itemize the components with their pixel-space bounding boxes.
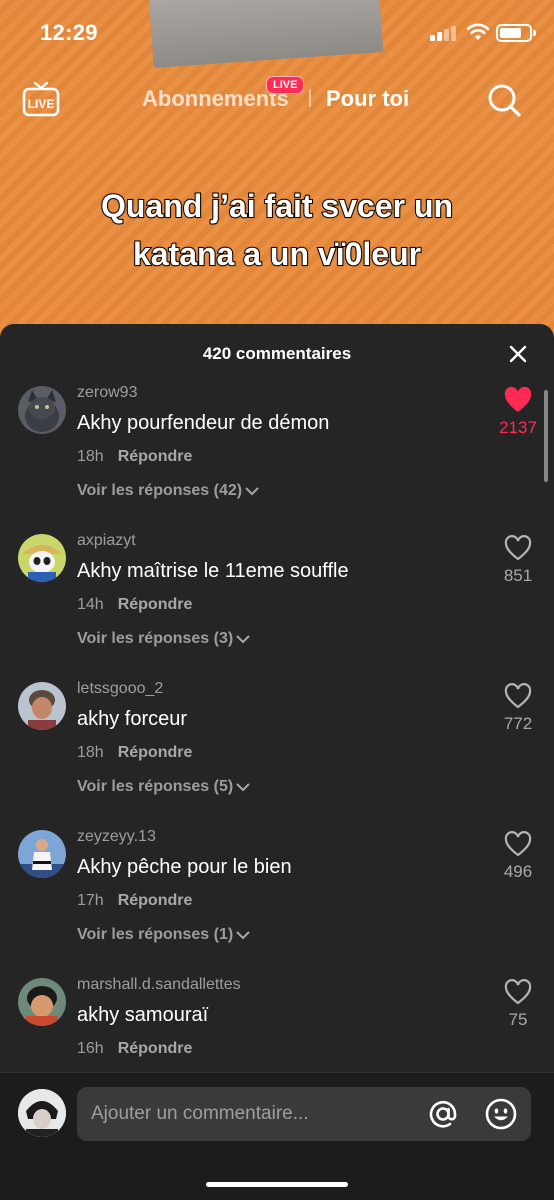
comment-item: letssgooo_2 akhy forceur 18h Répondre Voi… xyxy=(0,678,554,818)
like-count: 851 xyxy=(503,566,533,585)
like-count: 75 xyxy=(508,1010,528,1029)
view-replies-button[interactable]: Voir les réponses (5) xyxy=(77,778,251,796)
comment-text: akhy forceur xyxy=(77,708,188,730)
view-replies-label: Voir les réponses (5) xyxy=(77,778,234,795)
comment-meta: 18h Répondre xyxy=(77,448,192,466)
reply-button[interactable]: Répondre xyxy=(118,744,193,761)
view-replies-label: Voir les réponses (42) xyxy=(77,482,243,499)
comment-item: zerow93 Akhy pourfendeur de démon 18h Rép… xyxy=(0,382,554,522)
comment-item: zeyzeyy.13 Akhy pêche pour le bien 17h Ré… xyxy=(0,826,554,966)
tab-for-you[interactable]: Pour toi xyxy=(326,86,409,112)
top-navigation: LIVE Abonnements LIVE Pour toi xyxy=(0,72,554,128)
comment-meta: 17h Répondre xyxy=(77,892,192,910)
comment-username[interactable]: letssgooo_2 xyxy=(77,680,163,698)
comment-time: 16h xyxy=(77,1040,104,1057)
wifi-icon xyxy=(466,23,490,40)
tab-divider xyxy=(309,89,311,107)
home-indicator[interactable] xyxy=(206,1182,348,1187)
close-icon[interactable] xyxy=(506,342,530,366)
view-replies-button[interactable]: Voir les réponses (1) xyxy=(77,926,251,944)
live-icon-label: LIVE xyxy=(28,97,55,111)
comment-username[interactable]: axpiazyt xyxy=(77,532,136,550)
comment-text: Akhy pêche pour le bien xyxy=(77,856,292,878)
my-avatar[interactable] xyxy=(18,1089,66,1137)
status-bar: 12:29 xyxy=(0,0,554,66)
comment-meta: 18h Répondre xyxy=(77,744,192,762)
comments-header: 420 commentaires xyxy=(0,324,554,382)
heart-outline-icon xyxy=(504,683,532,709)
comment-input-bar xyxy=(0,1072,554,1200)
comment-item: axpiazyt Akhy maîtrise le 11eme souffle … xyxy=(0,530,554,670)
chevron-down-icon xyxy=(236,635,250,644)
comment-input[interactable] xyxy=(77,1087,531,1141)
chevron-down-icon xyxy=(236,783,250,792)
view-replies-label: Voir les réponses (3) xyxy=(77,630,234,647)
like-button[interactable]: 2137 xyxy=(490,386,546,438)
like-count: 496 xyxy=(503,862,533,881)
comments-count-title: 420 commentaires xyxy=(202,344,352,363)
battery-icon xyxy=(496,24,536,42)
heart-outline-icon xyxy=(504,979,532,1005)
chevron-down-icon xyxy=(236,931,250,940)
chevron-down-icon xyxy=(245,487,259,496)
caption-line: katana a un vï0leur xyxy=(132,235,422,273)
view-replies-button[interactable]: Voir les réponses (42) xyxy=(77,482,260,500)
live-tv-icon[interactable]: LIVE xyxy=(22,80,60,118)
comment-time: 17h xyxy=(77,892,104,909)
reply-button[interactable]: Répondre xyxy=(118,1040,193,1057)
heart-filled-icon xyxy=(504,386,532,412)
reply-button[interactable]: Répondre xyxy=(118,596,193,613)
person-avatar[interactable] xyxy=(18,682,66,730)
panda-avatar[interactable] xyxy=(18,534,66,582)
like-count: 772 xyxy=(503,714,533,733)
heart-outline-icon xyxy=(504,535,532,561)
view-replies-button[interactable]: Voir les réponses (3) xyxy=(77,630,251,648)
like-button[interactable]: 496 xyxy=(490,830,546,882)
cat-avatar[interactable] xyxy=(18,386,66,434)
comment-meta: 16h Répondre xyxy=(77,1040,192,1058)
view-replies-label: Voir les réponses (1) xyxy=(77,926,234,943)
comment-text: Akhy pourfendeur de démon xyxy=(77,412,330,434)
judo-avatar[interactable] xyxy=(18,830,66,878)
comment-time: 14h xyxy=(77,596,104,613)
comment-text: akhy samouraï xyxy=(77,1004,209,1026)
comment-username[interactable]: marshall.d.sandallettes xyxy=(77,976,241,994)
reply-button[interactable]: Répondre xyxy=(118,892,193,909)
caption-line: Quand j’ai fait svcer un xyxy=(100,187,454,225)
comments-sheet: 420 commentaires zerow93 Akhy pourfendeu… xyxy=(0,324,554,1200)
anime-avatar[interactable] xyxy=(18,978,66,1026)
video-caption: Quand j’ai fait svcer un katana a un vï0… xyxy=(0,182,554,278)
cellular-signal-icon xyxy=(430,25,458,41)
emoji-icon[interactable] xyxy=(484,1097,518,1131)
reply-button[interactable]: Répondre xyxy=(118,448,193,465)
comment-time: 18h xyxy=(77,744,104,761)
live-badge: LIVE xyxy=(266,76,305,94)
comment-username[interactable]: zeyzeyy.13 xyxy=(77,828,156,846)
comment-text: Akhy maîtrise le 11eme souffle xyxy=(77,560,349,582)
mention-icon[interactable] xyxy=(426,1097,460,1131)
status-time: 12:29 xyxy=(40,20,98,45)
comment-time: 18h xyxy=(77,448,104,465)
battery-level xyxy=(500,28,521,38)
like-button[interactable]: 772 xyxy=(490,682,546,734)
like-button[interactable]: 75 xyxy=(490,978,546,1030)
comment-username[interactable]: zerow93 xyxy=(77,384,137,402)
comment-meta: 14h Répondre xyxy=(77,596,192,614)
search-icon[interactable] xyxy=(484,80,524,120)
heart-outline-icon xyxy=(504,831,532,857)
like-count: 2137 xyxy=(499,418,537,437)
like-button[interactable]: 851 xyxy=(490,534,546,586)
